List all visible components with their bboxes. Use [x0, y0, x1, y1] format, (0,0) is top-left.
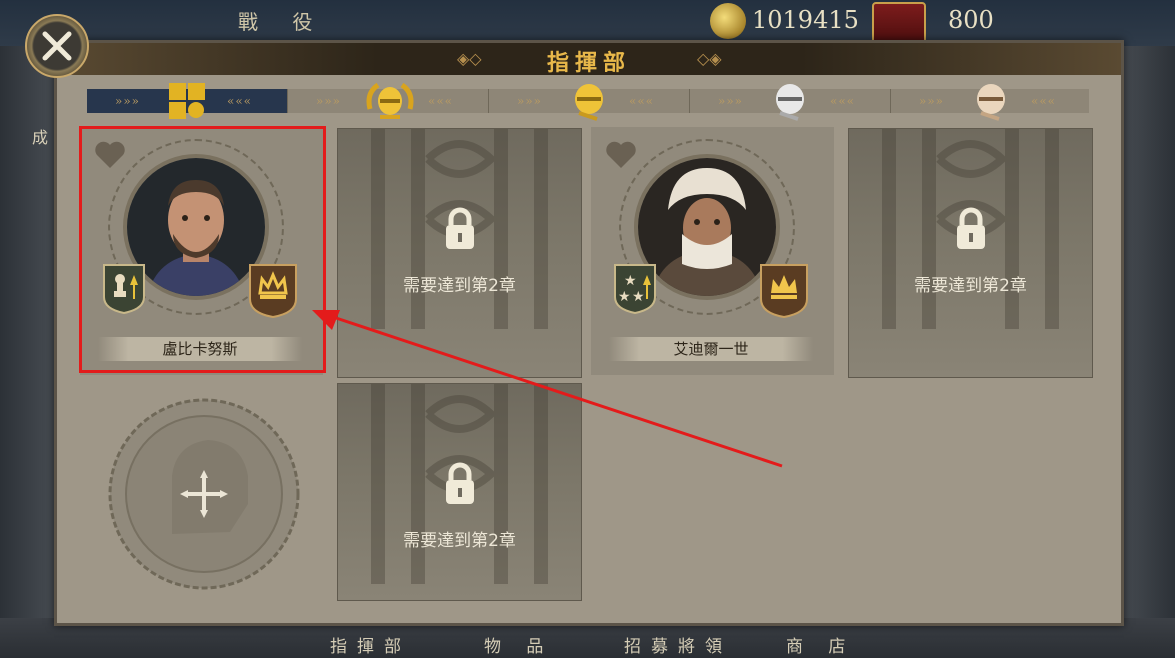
lock-icon [957, 207, 985, 249]
unlock-requirement: 需要達到第2章 [403, 531, 516, 551]
grid-icon [169, 83, 205, 119]
coin-count: 1019415 [752, 6, 859, 34]
nav-recruit[interactable]: 招募將領 [624, 632, 732, 657]
tab-tier-gold[interactable]: »»» ««« [489, 84, 690, 121]
locked-card-2[interactable]: 需要達到第2章 [848, 128, 1093, 378]
tab-tier-bronze[interactable]: »»» ««« [891, 84, 1089, 121]
unlock-requirement: 需要達到第2章 [403, 276, 516, 296]
close-icon [42, 31, 72, 61]
gold-laurel-helmet-icon [366, 82, 414, 119]
svg-text:★: ★ [624, 273, 637, 289]
gold-helmet-icon [575, 84, 603, 121]
highlight-box [79, 126, 326, 373]
empty-hero-slot[interactable] [80, 384, 326, 610]
tier-tabs: »»» ««« »»» ««« »»» ««« »»» ««« »»» ««« [87, 82, 1089, 121]
annotation-arrow [312, 310, 783, 468]
tab-tier-silver[interactable]: »»» ««« [690, 84, 891, 121]
tab-tier-laurel[interactable]: »»» ««« [288, 82, 489, 119]
header-ornament-right: ◇◈ [697, 49, 722, 68]
crown-count: 800 [948, 6, 994, 34]
panel-header: ◈◇ 指揮部 ◇◈ [57, 43, 1121, 76]
unlock-requirement: 需要達到第2章 [914, 276, 1027, 296]
coin-icon [710, 3, 746, 39]
silver-helmet-icon [776, 84, 804, 121]
close-button[interactable] [25, 14, 89, 78]
top-section-label[interactable]: 戰 役 [238, 6, 326, 35]
side-label[interactable]: 成 [32, 124, 48, 148]
left-scene [0, 46, 60, 658]
nav-items[interactable]: 物 品 [484, 632, 553, 657]
nav-shop[interactable]: 商 店 [786, 632, 855, 657]
tab-all[interactable]: »»» ««« [87, 83, 288, 119]
add-hero-cross-icon[interactable] [180, 470, 228, 518]
nav-command[interactable]: 指揮部 [330, 632, 411, 657]
lock-icon [446, 207, 474, 249]
right-scene [1115, 46, 1175, 658]
favorite-heart-icon[interactable] [605, 141, 637, 169]
crown-currency-icon [872, 2, 926, 44]
panel-title: 指揮部 [546, 50, 631, 76]
bronze-helmet-icon [977, 84, 1005, 121]
